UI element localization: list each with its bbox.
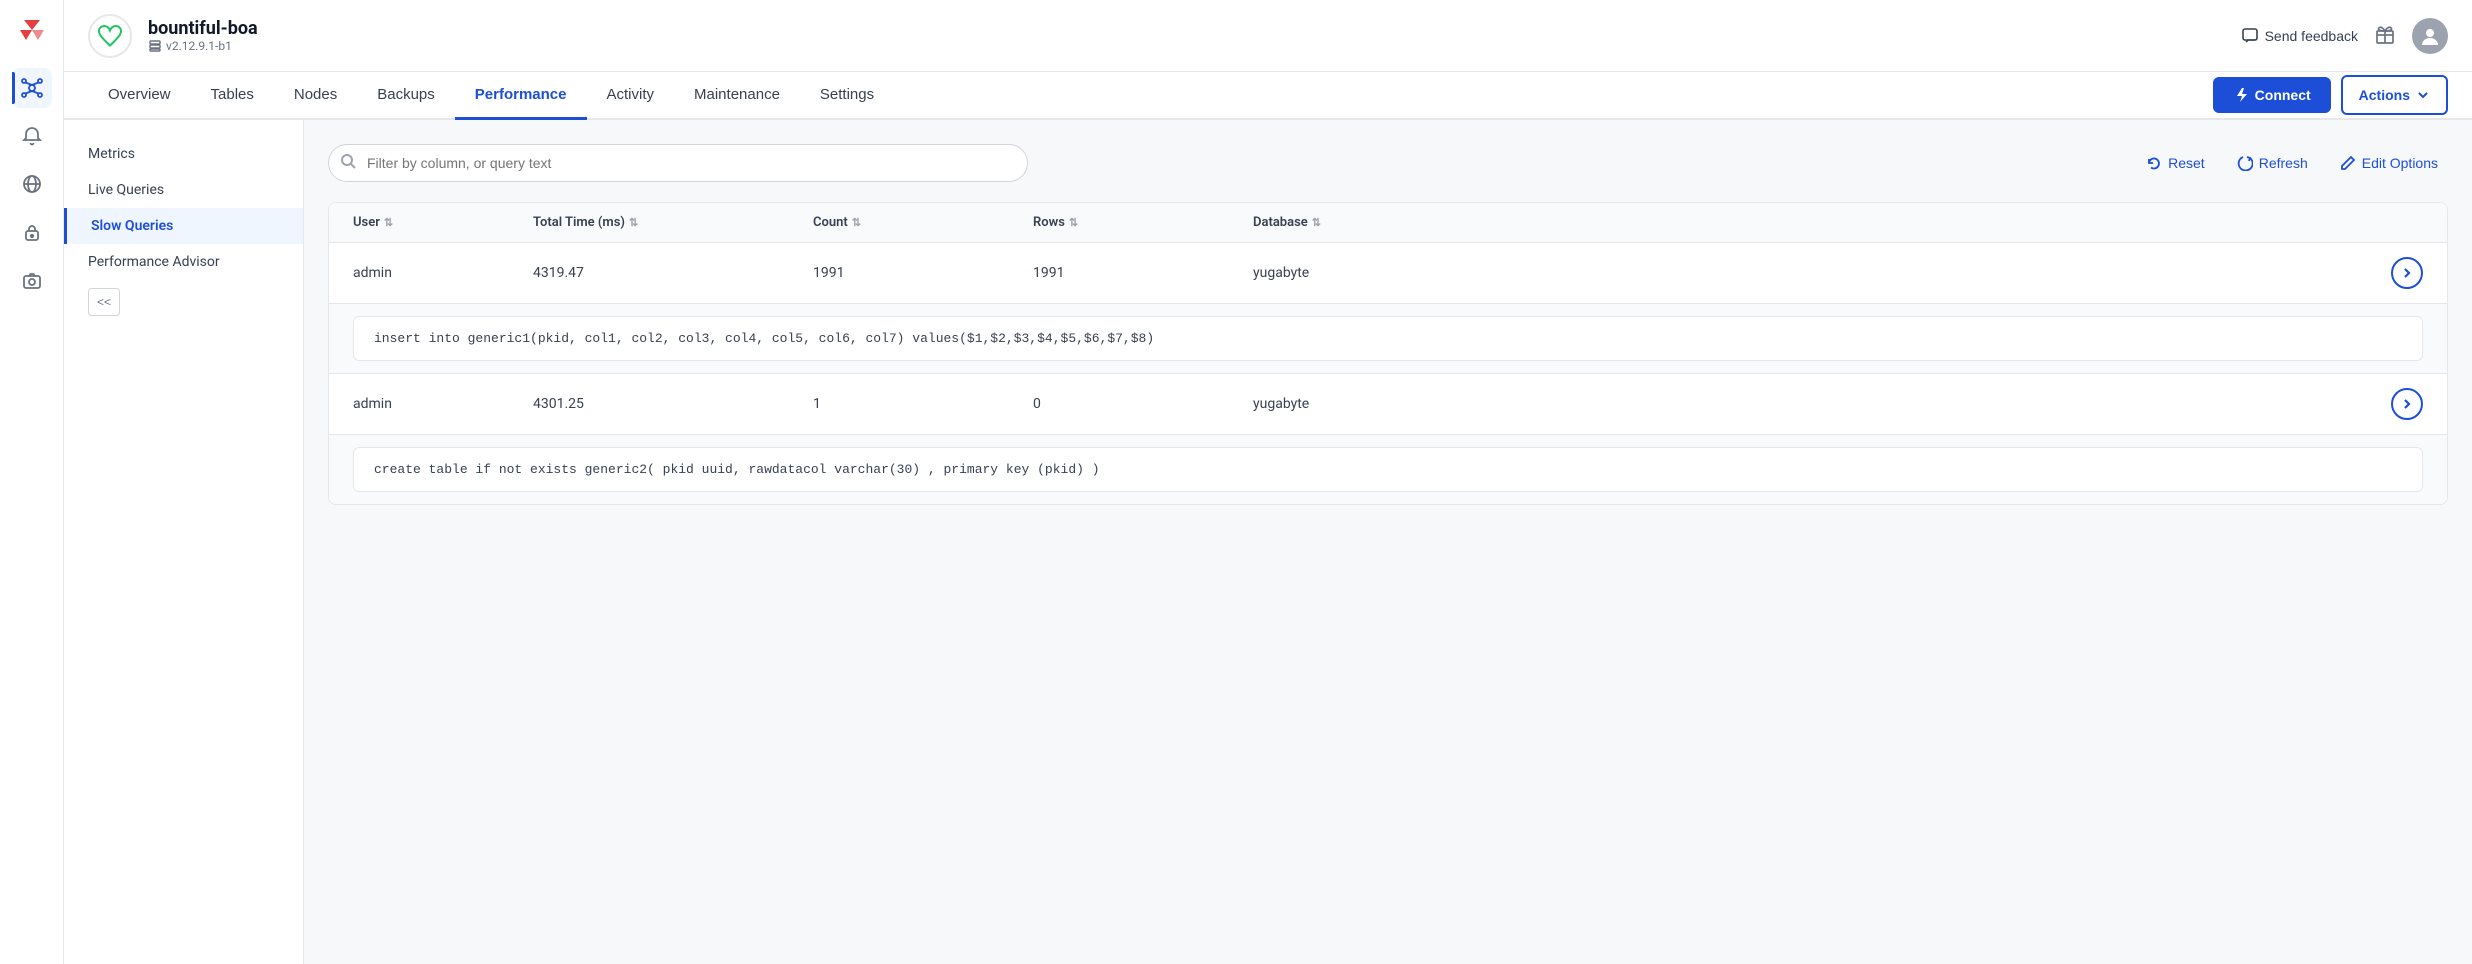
- refresh-button[interactable]: Refresh: [2227, 149, 2318, 177]
- brand-logo: [12, 12, 52, 52]
- slow-queries-table: User ⇅ Total Time (ms) ⇅ Count ⇅ Rows: [328, 202, 2448, 505]
- sort-icon-user: ⇅: [384, 216, 393, 229]
- send-feedback-button[interactable]: Send feedback: [2241, 27, 2358, 45]
- search-bar: [328, 144, 1028, 182]
- cell-count-1: 1991: [813, 265, 1033, 281]
- query-row-1: insert into generic1(pkid, col1, col2, c…: [329, 303, 2447, 373]
- sort-icon-rows: ⇅: [1069, 216, 1078, 229]
- col-header-total-time[interactable]: Total Time (ms) ⇅: [533, 215, 813, 230]
- comment-icon: [2241, 27, 2259, 45]
- expand-row-1-button[interactable]: [2391, 257, 2423, 289]
- cell-total-time-2: 4301.25: [533, 396, 813, 412]
- cluster-info: bountiful-boa v2.12.9.1-b1: [148, 18, 258, 53]
- cell-total-time-1: 4319.47: [533, 265, 813, 281]
- cell-user-1: admin: [353, 265, 533, 281]
- topbar: bountiful-boa v2.12.9.1-b1: [64, 0, 2472, 72]
- edit-icon: [2340, 155, 2356, 171]
- cell-rows-1: 1991: [1033, 265, 1253, 281]
- connect-button[interactable]: Connect: [2213, 77, 2331, 113]
- icon-sidebar: [0, 0, 64, 964]
- table-row: admin 4301.25 1 0 yugabyte: [329, 374, 2447, 434]
- edit-options-button[interactable]: Edit Options: [2330, 149, 2448, 177]
- col-header-rows[interactable]: Rows ⇅: [1033, 215, 1253, 230]
- table-row-group-1: admin 4319.47 1991 1991 yugabyte: [329, 243, 2447, 374]
- query-row-2: create table if not exists generic2( pki…: [329, 434, 2447, 504]
- sort-icon-count: ⇅: [852, 216, 861, 229]
- cluster-version: v2.12.9.1-b1: [148, 39, 258, 53]
- cell-user-2: admin: [353, 396, 533, 412]
- cell-database-1: yugabyte: [1253, 265, 2367, 281]
- tab-tables[interactable]: Tables: [191, 72, 274, 120]
- gift-button[interactable]: [2374, 22, 2396, 50]
- toolbar: Reset Refresh Edit Options: [328, 144, 2448, 182]
- tab-activity[interactable]: Activity: [587, 72, 675, 120]
- sidebar-item-slow-queries[interactable]: Slow Queries: [64, 208, 303, 244]
- globe-icon[interactable]: [12, 164, 52, 204]
- lock-icon[interactable]: [12, 212, 52, 252]
- sort-icon-database: ⇅: [1312, 216, 1321, 229]
- cell-rows-2: 0: [1033, 396, 1253, 412]
- col-header-count[interactable]: Count ⇅: [813, 215, 1033, 230]
- tab-overview[interactable]: Overview: [88, 72, 191, 120]
- reset-button[interactable]: Reset: [2136, 149, 2215, 177]
- col-header-expand: [2367, 215, 2423, 230]
- query-text-1: insert into generic1(pkid, col1, col2, c…: [353, 316, 2423, 361]
- tab-performance[interactable]: Performance: [455, 72, 587, 120]
- sidebar-collapse-button[interactable]: <<: [88, 288, 120, 316]
- topbar-actions: Send feedback: [2241, 18, 2448, 54]
- left-sidebar: Metrics Live Queries Slow Queries Perfor…: [64, 120, 304, 964]
- tab-settings[interactable]: Settings: [800, 72, 894, 120]
- table-row-group-2: admin 4301.25 1 0 yugabyte: [329, 374, 2447, 504]
- user-avatar-button[interactable]: [2412, 18, 2448, 54]
- tab-backups[interactable]: Backups: [357, 72, 455, 120]
- cluster-name: bountiful-boa: [148, 18, 258, 39]
- tab-nodes[interactable]: Nodes: [274, 72, 357, 120]
- search-icon: [340, 153, 356, 173]
- network-icon[interactable]: [12, 68, 52, 108]
- chevron-down-icon: [2416, 88, 2430, 102]
- search-input[interactable]: [328, 144, 1028, 182]
- tab-maintenance[interactable]: Maintenance: [674, 72, 800, 120]
- nav-tabs: Overview Tables Nodes Backups Performanc…: [64, 72, 2472, 120]
- reset-icon: [2146, 155, 2162, 171]
- table-header: User ⇅ Total Time (ms) ⇅ Count ⇅ Rows: [329, 203, 2447, 243]
- main-content: Reset Refresh Edit Options: [304, 120, 2472, 964]
- sidebar-item-metrics[interactable]: Metrics: [64, 136, 303, 172]
- sidebar-item-live-queries[interactable]: Live Queries: [64, 172, 303, 208]
- bell-icon[interactable]: [12, 116, 52, 156]
- actions-button[interactable]: Actions: [2341, 75, 2448, 115]
- expand-cell-2: [2367, 388, 2423, 420]
- content-area: Metrics Live Queries Slow Queries Perfor…: [64, 120, 2472, 964]
- refresh-icon: [2237, 155, 2253, 171]
- stack-icon: [148, 39, 162, 53]
- sidebar-item-performance-advisor[interactable]: Performance Advisor: [64, 244, 303, 280]
- cell-database-2: yugabyte: [1253, 396, 2367, 412]
- col-header-user[interactable]: User ⇅: [353, 215, 533, 230]
- query-text-2: create table if not exists generic2( pki…: [353, 447, 2423, 492]
- camera-icon[interactable]: [12, 260, 52, 300]
- table-row: admin 4319.47 1991 1991 yugabyte: [329, 243, 2447, 303]
- lightning-icon: [2233, 87, 2249, 103]
- sidebar-icon-network[interactable]: [12, 68, 52, 108]
- cell-count-2: 1: [813, 396, 1033, 412]
- col-header-database[interactable]: Database ⇅: [1253, 215, 2367, 230]
- cluster-health-icon: [88, 14, 132, 58]
- expand-row-2-button[interactable]: [2391, 388, 2423, 420]
- sort-icon-total-time: ⇅: [629, 216, 638, 229]
- expand-cell-1: [2367, 257, 2423, 289]
